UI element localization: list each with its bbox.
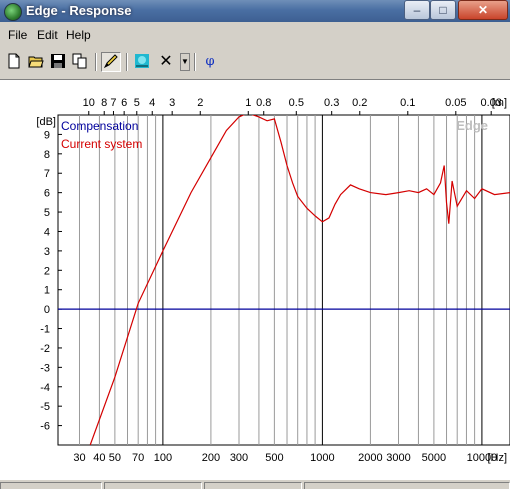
response-plot[interactable]: 9 8 7 6 5 4 3 2 1 0 -1 -2 -3 -4 -5 -6 [dB] [Hz] [m] 30 40 50 7… xyxy=(0,79,510,480)
delete-x-icon[interactable]: ✕ xyxy=(156,52,176,72)
y-tick-label: 9 xyxy=(44,129,50,141)
x-tick-label: 30 xyxy=(73,452,85,464)
status-panel xyxy=(204,482,302,489)
y-tick-label: 4 xyxy=(44,226,50,238)
top-tick-label: 5 xyxy=(134,97,140,109)
y-tick-label: -4 xyxy=(40,382,50,394)
legend-entry: Current system xyxy=(61,137,142,151)
top-tick-label: 6 xyxy=(121,97,127,109)
top-tick-label: 2 xyxy=(197,97,203,109)
x-tick-label: 100 xyxy=(154,452,172,464)
y-tick-label: -2 xyxy=(40,343,50,355)
top-tick-label: 0.05 xyxy=(445,97,466,109)
menu-file[interactable]: File xyxy=(8,28,27,42)
response-chart: 9876543210-1-2-3-4-5-6[dB][Hz][m]30 40 50 7… xyxy=(36,97,510,464)
top-tick-label: 1 xyxy=(245,97,251,109)
top-tick-label: 0.2 xyxy=(352,97,367,109)
open-folder-icon[interactable] xyxy=(26,52,46,72)
copy-icon[interactable] xyxy=(70,52,90,72)
x-tick-label: 5000 xyxy=(422,452,446,464)
y-tick-label: 1 xyxy=(44,285,50,297)
status-bar xyxy=(0,481,510,489)
app-globe-icon xyxy=(4,3,22,21)
y-tick-label: 7 xyxy=(44,168,50,180)
x-tick-label: 40 xyxy=(93,452,105,464)
y-tick-label: 5 xyxy=(44,207,50,219)
x-tick-label: 50 xyxy=(109,452,121,464)
x-tick-label: 2000 xyxy=(358,452,382,464)
y-tick-label: -5 xyxy=(40,401,50,413)
grid-view-icon[interactable] xyxy=(132,52,152,72)
top-tick-label: 7 xyxy=(110,97,116,109)
x-tick-label: 3000 xyxy=(386,452,410,464)
x-tick-label: 200 xyxy=(202,452,220,464)
y-tick-label: 3 xyxy=(44,246,50,258)
status-panel xyxy=(104,482,202,489)
phase-phi-icon[interactable]: φ xyxy=(200,52,220,72)
y-tick-label: 8 xyxy=(44,149,50,161)
draw-pen-icon[interactable] xyxy=(101,52,121,72)
close-button[interactable]: ✕ xyxy=(458,0,508,20)
y-tick-label: 0 xyxy=(44,304,50,316)
top-tick-label: 3 xyxy=(169,97,175,109)
minimize-button[interactable]: – xyxy=(404,0,430,20)
watermark-text: Edge xyxy=(456,118,488,133)
toolbar-separator xyxy=(126,53,128,71)
x-tick-label: 70 xyxy=(132,452,144,464)
top-tick-label: 8 xyxy=(101,97,107,109)
x-tick-label: 500 xyxy=(265,452,283,464)
legend-entry: Compensation xyxy=(61,119,138,133)
dropdown-arrow-icon[interactable]: ▼ xyxy=(180,53,190,71)
x-tick-label: 10000 xyxy=(467,452,498,464)
y-tick-label: 2 xyxy=(44,265,50,277)
window-title: Edge - Response xyxy=(26,3,132,18)
plot-frame xyxy=(57,114,510,446)
status-panel xyxy=(304,482,510,489)
top-tick-label: 0.5 xyxy=(289,97,304,109)
y-tick-label: -6 xyxy=(40,421,50,433)
y-tick-label: 6 xyxy=(44,188,50,200)
top-tick-label: 0.8 xyxy=(256,97,271,109)
menu-edit[interactable]: Edit xyxy=(37,28,58,42)
top-tick-label: 0.03 xyxy=(480,97,501,109)
menu-bar: File Edit Help xyxy=(0,26,510,44)
title-bar: Edge - Response – □ ✕ xyxy=(0,0,510,22)
toolbar: ✕ ▼ φ xyxy=(0,51,510,75)
x-tick-label: 300 xyxy=(230,452,248,464)
top-tick-label: 10 xyxy=(83,97,95,109)
x-tick-label: 1000 xyxy=(310,452,334,464)
toolbar-separator xyxy=(194,53,196,71)
save-disk-icon[interactable] xyxy=(48,52,68,72)
top-tick-label: 0.3 xyxy=(324,97,339,109)
menu-help[interactable]: Help xyxy=(66,28,91,42)
y-tick-label: -1 xyxy=(40,324,50,336)
new-file-icon[interactable] xyxy=(4,52,24,72)
top-tick-label: 0.1 xyxy=(400,97,415,109)
status-panel xyxy=(0,482,102,489)
top-tick-label: 4 xyxy=(149,97,155,109)
y-tick-label: -3 xyxy=(40,362,50,374)
y-axis-unit: [dB] xyxy=(36,116,56,128)
toolbar-separator xyxy=(95,53,97,71)
maximize-button[interactable]: □ xyxy=(430,0,456,20)
